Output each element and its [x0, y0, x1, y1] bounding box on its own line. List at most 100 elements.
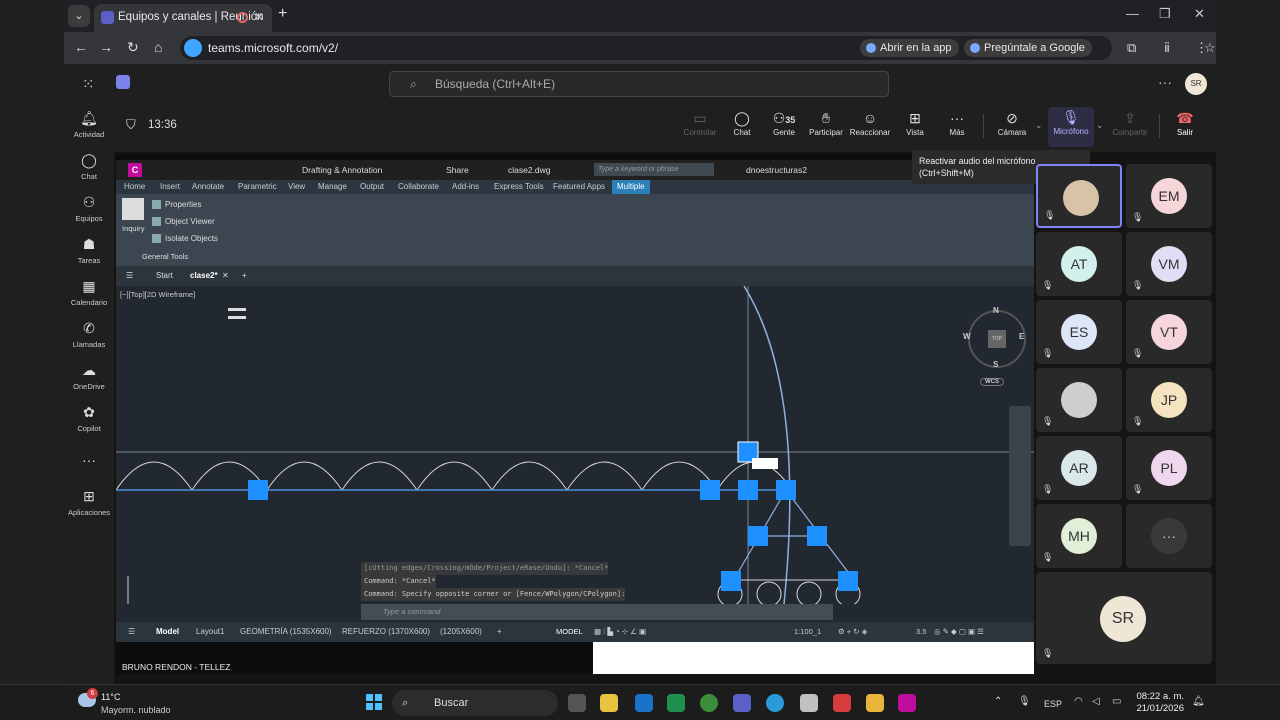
participant-tile[interactable]: AT 🎙︎ — [1036, 232, 1122, 296]
participant-tile[interactable]: 🎙︎ — [1036, 164, 1122, 228]
ribbon-tab[interactable]: Collaborate — [398, 182, 439, 191]
chrome-icon[interactable] — [700, 694, 718, 712]
grip[interactable] — [721, 571, 741, 591]
grip[interactable] — [738, 480, 758, 500]
outlook-icon[interactable] — [635, 694, 653, 712]
command-input[interactable]: Type a command — [361, 604, 833, 620]
participant-tile[interactable]: ES 🎙︎ — [1036, 300, 1122, 364]
react-button[interactable]: ☺ Reaccionar — [848, 108, 892, 137]
show-hidden-icons-icon[interactable]: ⌃ — [994, 696, 1002, 707]
layout-tab[interactable]: REFUERZO (1370X600) — [342, 627, 430, 636]
people-button[interactable]: ⚇35 Gente — [762, 108, 806, 137]
participant-tile[interactable]: VM 🎙︎ — [1126, 232, 1212, 296]
raise-hand-button[interactable]: ✋︎ Participar — [804, 108, 848, 137]
close-tab-icon[interactable]: ✕ — [254, 4, 264, 30]
forward-icon[interactable]: → — [99, 39, 113, 55]
layout-tab[interactable]: (1205X600) — [440, 627, 482, 636]
ribbon-tab[interactable]: Output — [360, 182, 384, 191]
participant-tile[interactable]: AR 🎙︎ — [1036, 436, 1122, 500]
doc-menu-icon[interactable]: ☰ — [126, 271, 133, 280]
rail-item-tasks[interactable]: ☗ Tareas — [64, 236, 114, 265]
ribbon-tab[interactable]: View — [288, 182, 305, 191]
teams-taskbar-icon[interactable] — [733, 694, 751, 712]
omnibox[interactable]: teams.microsoft.com/v2/ Abrir en la app … — [180, 36, 1216, 60]
rail-item-teams[interactable]: ⚇ Equipos — [64, 194, 114, 223]
extensions-icon[interactable]: ⧉ — [1127, 40, 1136, 56]
taskbar-search[interactable]: ⌕ Buscar — [392, 690, 558, 716]
annotation-scale[interactable]: 1:100_1 — [794, 627, 821, 636]
properties-button[interactable]: Properties — [152, 200, 201, 209]
reload-icon[interactable]: ↻ — [127, 39, 139, 56]
wcs-menu[interactable]: WCS — [980, 378, 1004, 386]
microphone-button[interactable]: 🎙︎ Micrófono — [1048, 107, 1094, 147]
grip[interactable] — [807, 526, 827, 546]
participant-tile[interactable]: JP 🎙︎ — [1126, 368, 1212, 432]
temperature[interactable]: 11°C — [101, 692, 120, 702]
viewcube-top[interactable]: TOP — [988, 330, 1006, 348]
participant-tile[interactable]: VT 🎙︎ — [1126, 300, 1212, 364]
site-info-icon[interactable] — [184, 39, 202, 57]
mic-options-chevron-icon[interactable]: ⌄ — [1096, 120, 1104, 131]
general-tools-panel-label[interactable]: General Tools — [142, 252, 188, 261]
wifi-icon[interactable]: ◠ — [1074, 696, 1083, 707]
back-icon[interactable]: ← — [74, 39, 88, 55]
isolate-objects-button[interactable]: Isolate Objects — [152, 234, 218, 243]
participant-tile[interactable]: EM 🎙︎ — [1126, 164, 1212, 228]
app-icon[interactable] — [800, 694, 818, 712]
battery-icon[interactable]: ▭ — [1112, 696, 1121, 707]
browser-tab[interactable]: Equipos y canales | Reunión ✕ — [94, 4, 272, 32]
layout-tab[interactable]: Layout1 — [196, 627, 224, 636]
more-actions-button[interactable]: ··· Más — [935, 108, 979, 137]
ribbon-tab[interactable]: Parametric — [238, 182, 277, 191]
new-tab-icon[interactable]: + — [278, 5, 287, 23]
object-viewer-button[interactable]: Object Viewer — [152, 217, 215, 226]
drawing-canvas[interactable] — [116, 286, 1034, 604]
task-view-icon[interactable] — [568, 694, 586, 712]
autocad-search[interactable]: Type a keyword or phrase — [594, 163, 714, 176]
volume-icon[interactable]: ◁ — [1092, 696, 1100, 707]
chat-button[interactable]: ◯ Chat — [720, 108, 764, 137]
new-doc-icon[interactable]: + — [242, 271, 247, 280]
ribbon-tab[interactable]: Add-ins — [452, 182, 479, 191]
close-doc-icon[interactable]: ✕ — [222, 271, 229, 280]
ribbon-tab[interactable]: Manage — [318, 182, 347, 191]
tab-search-icon[interactable]: ⌄ — [68, 5, 90, 27]
doc-tab-start[interactable]: Start — [156, 271, 173, 280]
rail-item-onedrive[interactable]: ☁ OneDrive — [64, 362, 114, 391]
notifications-bell-icon[interactable]: 🔔︎ — [1192, 696, 1205, 707]
edge-icon[interactable] — [766, 694, 784, 712]
teams-search-input[interactable]: ⌕ Búsqueda (Ctrl+Alt+E) — [389, 71, 889, 97]
grip[interactable] — [776, 480, 796, 500]
browser-menu-icon[interactable]: ⋮ — [1195, 40, 1208, 56]
grip[interactable] — [838, 571, 858, 591]
camera-options-chevron-icon[interactable]: ⌄ — [1035, 120, 1043, 131]
layout-tab-model[interactable]: Model — [156, 627, 179, 636]
settings-icon[interactable]: ⚙ + ↻ ◈ — [838, 627, 867, 636]
maximize-icon[interactable]: ❐ — [1159, 6, 1171, 22]
ribbon-tab[interactable]: Express Tools — [494, 182, 544, 191]
excel-icon[interactable] — [667, 694, 685, 712]
store-icon[interactable] — [600, 694, 618, 712]
ribbon-tab[interactable]: Featured Apps — [553, 182, 605, 191]
microphone-tray-icon[interactable]: 🎙︎ — [1018, 696, 1031, 707]
leave-button[interactable]: ☎︎ Salir — [1163, 108, 1207, 137]
camera-button[interactable]: ⊘ Cámara — [990, 108, 1034, 137]
tools-icon[interactable]: ◎ ✎ ◆ ▢ ▣ ☰ — [934, 627, 984, 636]
participant-tile[interactable]: ··· — [1126, 504, 1212, 568]
autocad-taskbar-icon[interactable] — [898, 694, 916, 712]
rail-item-activity[interactable]: 🔔︎ Actividad — [64, 110, 114, 139]
workspace-select[interactable]: Drafting & Annotation — [302, 165, 382, 175]
grid-icon[interactable]: ▦ ⁞ ▙ ◔ ⊹ ∠ ▣ — [594, 627, 646, 636]
layout-tab[interactable]: GEOMETRÍA (1535X600) — [240, 627, 332, 636]
ribbon-tab-active[interactable]: Multiple — [612, 180, 650, 194]
rail-item-copilot[interactable]: ✿ Copilot — [64, 404, 114, 433]
input-language[interactable]: ESP — [1044, 699, 1062, 709]
rail-item-chat[interactable]: ◯ Chat — [64, 152, 114, 181]
doc-tab-clase2[interactable]: clase2* — [190, 271, 218, 280]
taskbar-clock[interactable]: 08:22 a. m. 21/01/2026 — [1134, 691, 1184, 715]
weather-condition[interactable]: Mayorm. nublado — [101, 705, 171, 715]
rail-item-calls[interactable]: ✆ Llamadas — [64, 320, 114, 349]
close-window-icon[interactable]: ✕ — [1194, 6, 1205, 22]
start-button[interactable] — [366, 694, 382, 710]
self-tile[interactable]: SR 🎙︎ — [1036, 572, 1212, 664]
